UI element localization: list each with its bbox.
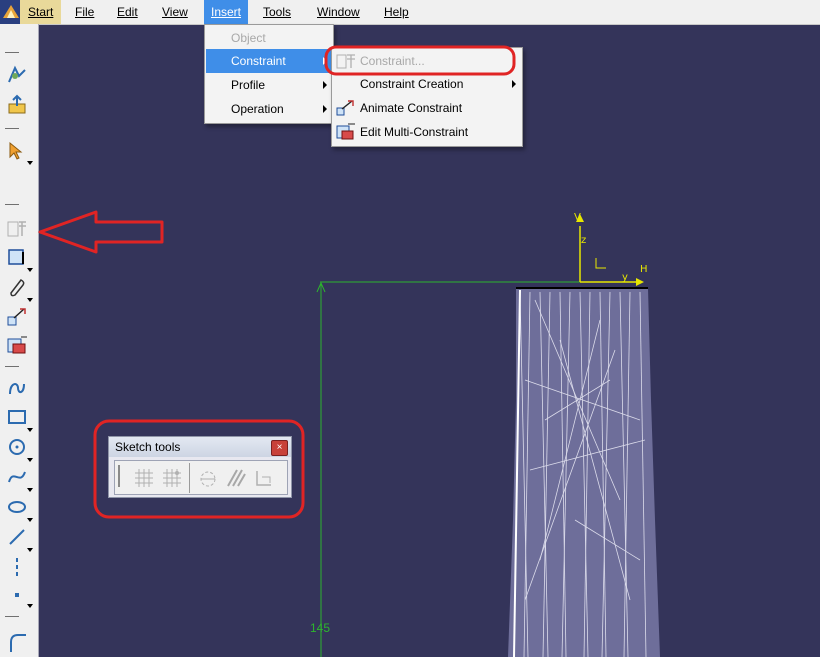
constraint-icon bbox=[336, 52, 356, 70]
toolbar-separator bbox=[5, 52, 19, 53]
menu-file[interactable]: File bbox=[68, 0, 101, 24]
constraint-menu-creation[interactable]: Constraint Creation bbox=[333, 72, 521, 96]
palette-body bbox=[114, 460, 288, 495]
dropdown-arrow-icon[interactable] bbox=[27, 518, 33, 522]
axis-triad bbox=[576, 214, 644, 286]
toolbar-separator bbox=[5, 616, 19, 617]
axis-label-z: z bbox=[581, 235, 587, 246]
insert-menu-operation[interactable]: Operation bbox=[206, 97, 332, 121]
menu-help[interactable]: Help bbox=[377, 0, 416, 24]
line-icon[interactable] bbox=[6, 526, 28, 548]
grid-icon[interactable] bbox=[133, 467, 155, 489]
edit-multi-constraint-icon bbox=[336, 123, 356, 141]
toolbar-separator bbox=[5, 366, 19, 367]
dimension-line[interactable] bbox=[316, 281, 580, 657]
catia-logo-icon[interactable] bbox=[0, 0, 22, 24]
point-icon[interactable] bbox=[6, 584, 28, 606]
profile-icon[interactable] bbox=[6, 376, 28, 398]
toolbar-separator bbox=[5, 204, 19, 205]
annotation-arrow bbox=[38, 210, 164, 254]
snap-to-point-icon[interactable] bbox=[161, 467, 183, 489]
menu-insert[interactable]: Insert bbox=[204, 0, 249, 24]
dropdown-arrow-icon[interactable] bbox=[27, 161, 33, 165]
submenu-arrow-icon bbox=[323, 81, 327, 89]
fix-together-icon[interactable] bbox=[6, 276, 28, 298]
submenu-arrow-icon bbox=[512, 80, 516, 88]
menu-window[interactable]: Window bbox=[310, 0, 367, 24]
edit-multi-constraint-icon[interactable] bbox=[6, 334, 28, 356]
menu-edit[interactable]: Edit bbox=[110, 0, 145, 24]
dropdown-arrow-icon[interactable] bbox=[27, 488, 33, 492]
constraint-submenu: Constraint... Constraint Creation Animat… bbox=[331, 47, 523, 147]
toolbar-separator bbox=[5, 128, 19, 129]
part-body[interactable] bbox=[508, 287, 660, 657]
dropdown-arrow-icon[interactable] bbox=[27, 458, 33, 462]
animate-constraint-icon[interactable] bbox=[6, 306, 28, 328]
submenu-arrow-icon bbox=[323, 105, 327, 113]
circle-icon[interactable] bbox=[6, 436, 28, 458]
animate-constraint-icon bbox=[336, 99, 356, 117]
dimensional-constraints-icon[interactable] bbox=[253, 467, 275, 489]
menu-start[interactable]: Start bbox=[20, 0, 62, 24]
ellipse-icon[interactable] bbox=[6, 496, 28, 518]
corner-icon[interactable] bbox=[6, 630, 28, 652]
palette-grip[interactable] bbox=[118, 465, 120, 487]
submenu-arrow-icon bbox=[323, 57, 327, 65]
dropdown-arrow-icon[interactable] bbox=[27, 268, 33, 272]
construction-element-icon[interactable] bbox=[197, 467, 219, 489]
close-icon[interactable]: × bbox=[271, 440, 288, 456]
left-toolbar bbox=[0, 24, 39, 657]
constraint-menu-constraint: Constraint... bbox=[333, 49, 521, 73]
insert-menu-profile[interactable]: Profile bbox=[206, 73, 332, 97]
dropdown-arrow-icon[interactable] bbox=[27, 604, 33, 608]
axis-icon[interactable] bbox=[6, 556, 28, 578]
select-arrow-icon[interactable] bbox=[6, 140, 28, 162]
dimension-value[interactable]: 145 bbox=[310, 621, 330, 635]
contact-constraint-icon[interactable] bbox=[6, 246, 28, 268]
insert-menu-object: Object bbox=[231, 31, 266, 45]
menubar: Start File Edit View Insert Tools Window… bbox=[0, 0, 820, 25]
menu-view[interactable]: View bbox=[155, 0, 195, 24]
palette-title[interactable]: Sketch tools bbox=[109, 437, 291, 457]
menu-tools[interactable]: Tools bbox=[256, 0, 298, 24]
constraint-menu-edit-multi[interactable]: Edit Multi-Constraint bbox=[333, 120, 521, 144]
dropdown-arrow-icon[interactable] bbox=[27, 298, 33, 302]
insert-menu: Object Constraint Profile Operation bbox=[204, 24, 334, 124]
palette-separator bbox=[189, 463, 190, 493]
spline-icon[interactable] bbox=[6, 466, 28, 488]
dropdown-arrow-icon[interactable] bbox=[27, 428, 33, 432]
axis-label-v: V bbox=[574, 212, 581, 223]
insert-menu-constraint[interactable]: Constraint bbox=[206, 49, 332, 73]
dropdown-arrow-icon[interactable] bbox=[27, 548, 33, 552]
rectangle-icon[interactable] bbox=[6, 406, 28, 428]
axis-label-y: y bbox=[622, 272, 628, 283]
sketch-tools-palette[interactable]: Sketch tools × bbox=[108, 436, 292, 498]
constraint-disabled-icon[interactable] bbox=[6, 218, 28, 240]
constraint-menu-animate[interactable]: Animate Constraint bbox=[333, 96, 521, 120]
sketcher-icon[interactable] bbox=[6, 64, 28, 86]
exit-workbench-icon[interactable] bbox=[6, 94, 28, 116]
geometrical-constraints-icon[interactable] bbox=[225, 467, 247, 489]
axis-label-h: H bbox=[640, 264, 648, 275]
